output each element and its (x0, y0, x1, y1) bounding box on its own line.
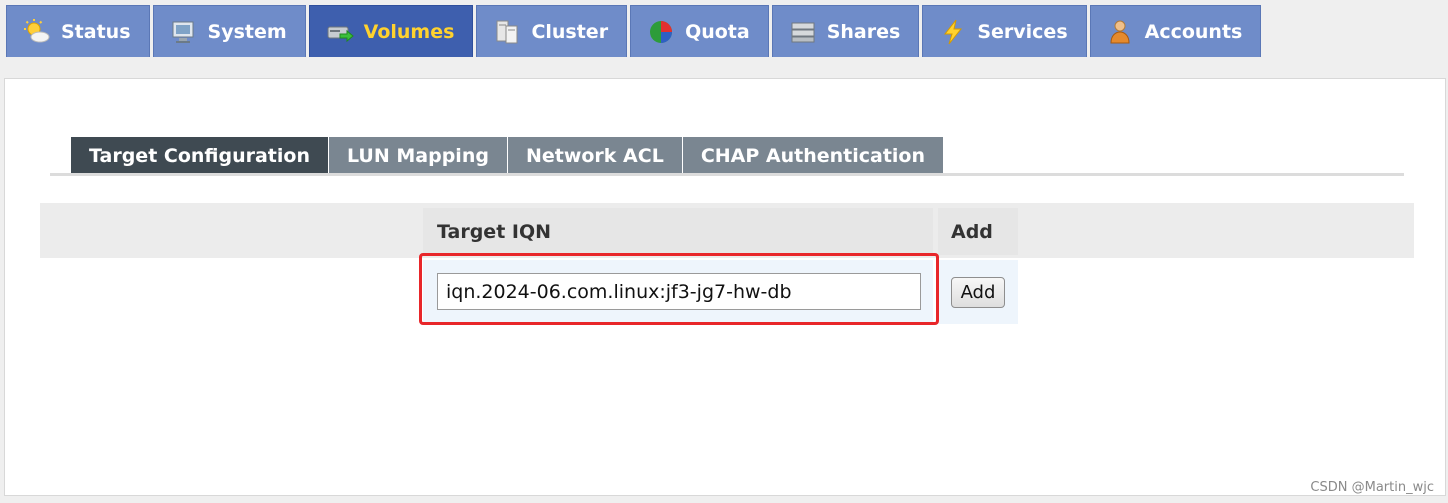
nav-tab-label: Quota (685, 20, 750, 43)
nav-tab-label: Accounts (1144, 20, 1243, 43)
nav-tab-label: System (207, 20, 287, 43)
user-icon (1107, 18, 1135, 46)
column-header-add: Add (938, 208, 1018, 255)
nav-tab-label: Status (61, 20, 131, 43)
watermark: CSDN @Martin_wjc (1310, 480, 1434, 495)
lightning-icon (939, 18, 967, 46)
computer-icon (170, 18, 198, 46)
servers-icon (493, 18, 521, 46)
nav-tab-label: Cluster (531, 20, 609, 43)
subtab-chap-authentication[interactable]: CHAP Authentication (682, 137, 945, 174)
nav-tab-label: Volumes (363, 20, 455, 43)
sun-cloud-icon (23, 18, 51, 46)
target-iqn-input[interactable] (437, 273, 921, 310)
nav-tab-system[interactable]: System (152, 5, 306, 57)
pie-chart-icon (647, 18, 675, 46)
storage-icon (789, 18, 817, 46)
nav-tab-quota[interactable]: Quota (630, 5, 769, 57)
nav-tab-label: Shares (826, 20, 901, 43)
add-cell: Add (938, 260, 1018, 324)
nav-tab-shares[interactable]: Shares (771, 5, 920, 57)
nav-tab-status[interactable]: Status (6, 5, 150, 57)
nav-tab-label: Services (977, 20, 1068, 43)
drive-arrow-icon (326, 18, 354, 46)
add-button[interactable]: Add (951, 277, 1005, 308)
iqn-cell (423, 260, 933, 324)
nav-tab-accounts[interactable]: Accounts (1089, 5, 1262, 57)
subtab-divider (50, 173, 1404, 176)
nav-tab-services[interactable]: Services (922, 5, 1087, 57)
subtab-target-configuration[interactable]: Target Configuration (71, 137, 329, 174)
iscsi-subtabs: Target Configuration LUN Mapping Network… (71, 137, 945, 174)
column-header-target-iqn: Target IQN (423, 208, 933, 255)
subtab-network-acl[interactable]: Network ACL (507, 137, 683, 174)
nav-tab-cluster[interactable]: Cluster (476, 5, 628, 57)
subtab-lun-mapping[interactable]: LUN Mapping (329, 137, 508, 174)
main-nav: Status System Volumes Cluster Quota Shar… (6, 5, 1262, 57)
nav-tab-volumes[interactable]: Volumes (308, 5, 474, 57)
